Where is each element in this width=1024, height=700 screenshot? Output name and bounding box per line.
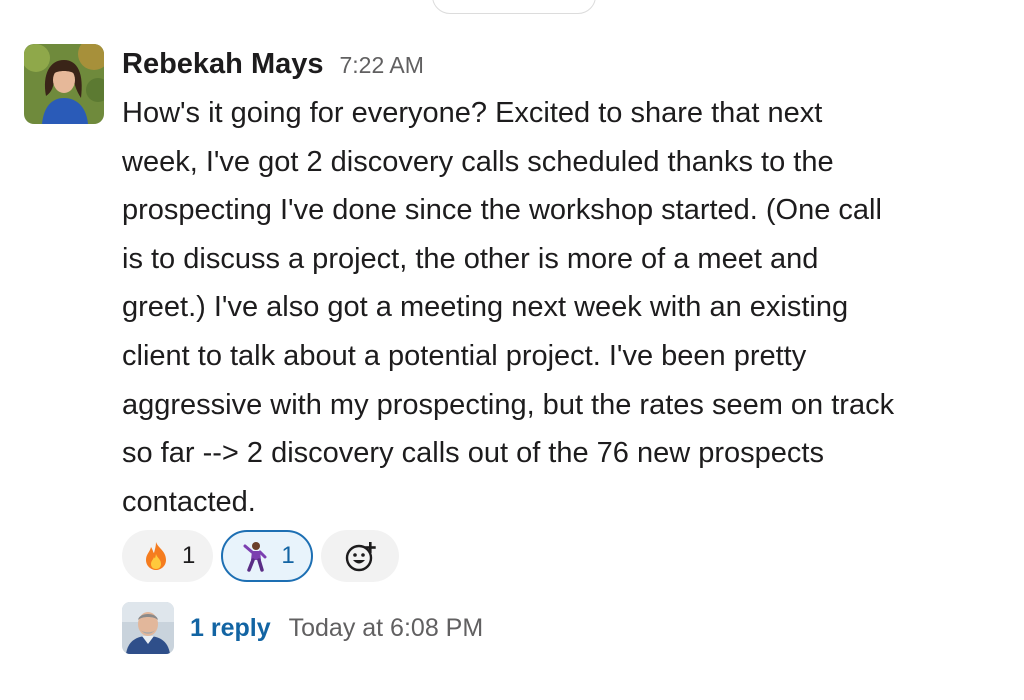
replier-avatar[interactable] xyxy=(122,602,174,654)
reply-count-link[interactable]: 1 reply xyxy=(190,614,271,643)
add-reaction-button[interactable] xyxy=(320,530,399,582)
last-reply-time: Today at 6:08 PM xyxy=(288,613,484,642)
reaction-fire[interactable]: 1 xyxy=(122,530,214,582)
dancer-emoji-icon xyxy=(239,540,271,572)
date-divider-pill[interactable] xyxy=(432,0,596,14)
author-avatar[interactable] xyxy=(24,44,104,124)
thread-summary[interactable]: 1 reply Today at 6:08 PM xyxy=(122,602,483,654)
reaction-count: 1 xyxy=(182,542,196,569)
message-body: How's it going for everyone? Excited to … xyxy=(122,97,895,518)
reactions-bar: 1 1 xyxy=(122,530,399,582)
author-name[interactable]: Rebekah Mays xyxy=(122,44,324,84)
message: Rebekah Mays 7:22 AM How's it going for … xyxy=(122,44,1002,526)
reaction-dancer[interactable]: 1 xyxy=(221,530,313,582)
slack-message-view: Rebekah Mays 7:22 AM How's it going for … xyxy=(0,0,1024,700)
message-timestamp[interactable]: 7:22 AM xyxy=(340,45,424,85)
message-header: Rebekah Mays 7:22 AM xyxy=(122,44,1002,84)
fire-emoji-icon xyxy=(140,540,172,572)
reaction-count: 1 xyxy=(281,542,295,569)
add-reaction-icon xyxy=(344,540,376,572)
